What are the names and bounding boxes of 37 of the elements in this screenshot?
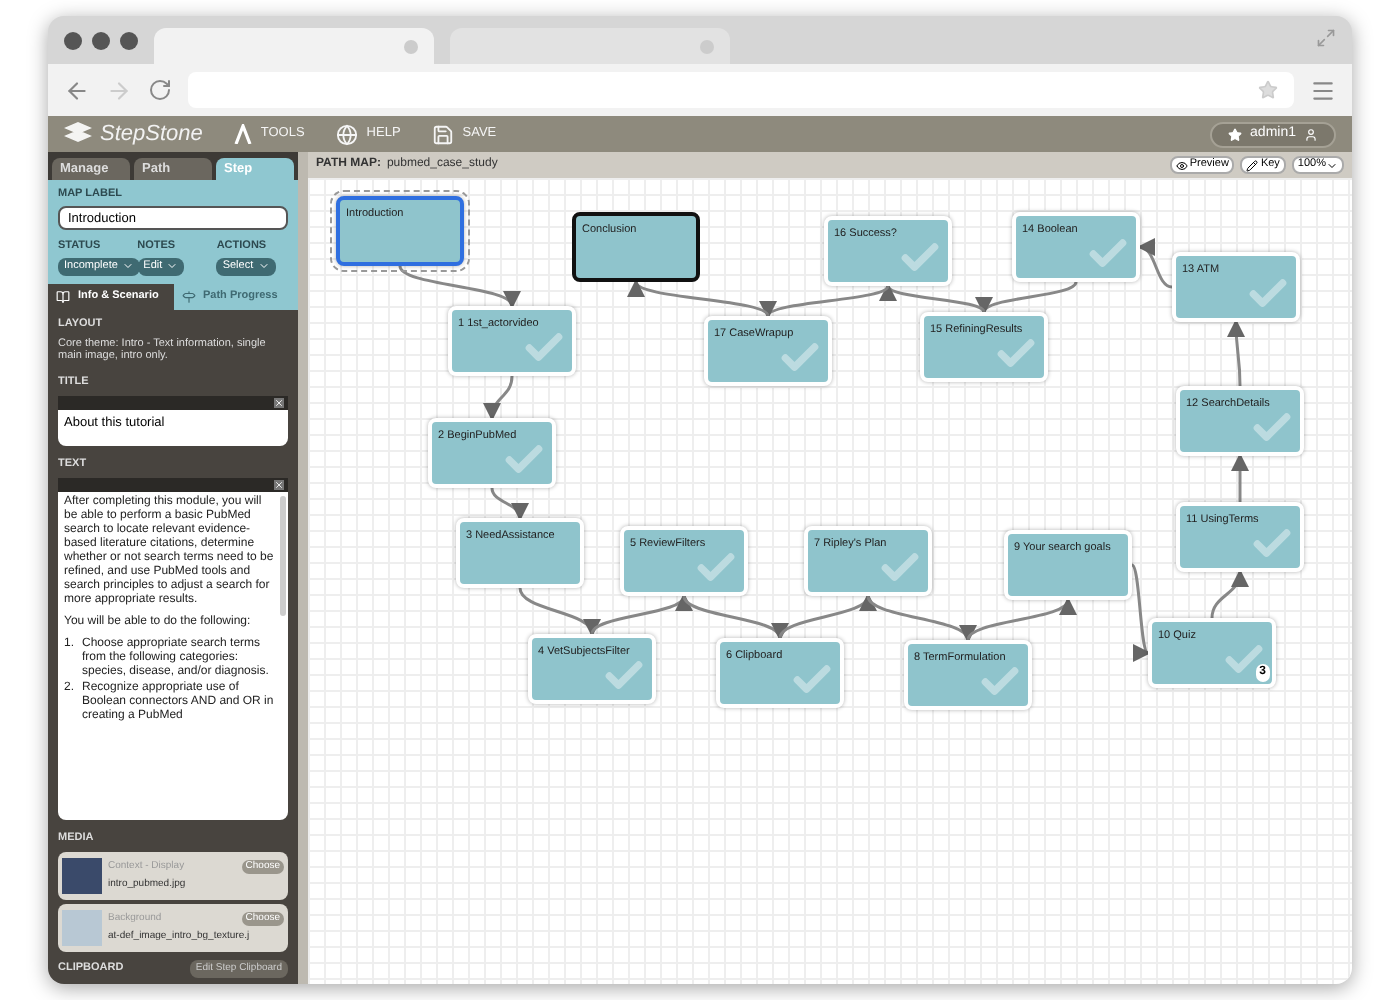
connector-arrow [484, 375, 514, 421]
help-icon [336, 123, 359, 145]
chevron-down-icon [121, 260, 134, 272]
connector-arrow [1130, 563, 1151, 656]
scrollbar[interactable] [280, 496, 286, 617]
pencil-icon [1246, 159, 1259, 171]
connector-arrow [1231, 453, 1249, 502]
reload-icon[interactable] [148, 78, 172, 102]
photo-placeholder [62, 858, 102, 894]
connector-arrow [778, 593, 872, 639]
signpost-icon [181, 289, 195, 303]
address-field[interactable] [188, 72, 1294, 108]
connector-arrow [518, 587, 597, 637]
photo-placeholder [62, 910, 102, 946]
connector-arrow [682, 595, 783, 641]
user-icon [1304, 127, 1318, 141]
connector-arrow [1210, 569, 1248, 619]
menu-icon[interactable] [1310, 77, 1336, 103]
back-icon[interactable] [64, 77, 90, 103]
connector-arrow [1227, 319, 1246, 386]
connector-arrow [866, 595, 971, 643]
fullscreen-icon[interactable] [1316, 28, 1336, 48]
star-icon [1228, 127, 1243, 141]
connector-arrow [490, 487, 527, 521]
eye-icon [1175, 159, 1188, 171]
book-icon [56, 289, 70, 303]
close-icon[interactable] [274, 480, 284, 491]
connector-arrow [590, 593, 687, 635]
text-editor[interactable] [58, 492, 288, 820]
connector-arrow [966, 597, 1071, 641]
chevron-down-icon [1326, 159, 1338, 171]
chevron-down-icon [257, 260, 270, 272]
save-icon [432, 123, 455, 145]
stone-logo-icon [64, 122, 92, 146]
bookmark-star-icon[interactable] [1258, 80, 1278, 100]
chevron-down-icon [166, 260, 179, 272]
connector-arrow [1137, 241, 1173, 289]
